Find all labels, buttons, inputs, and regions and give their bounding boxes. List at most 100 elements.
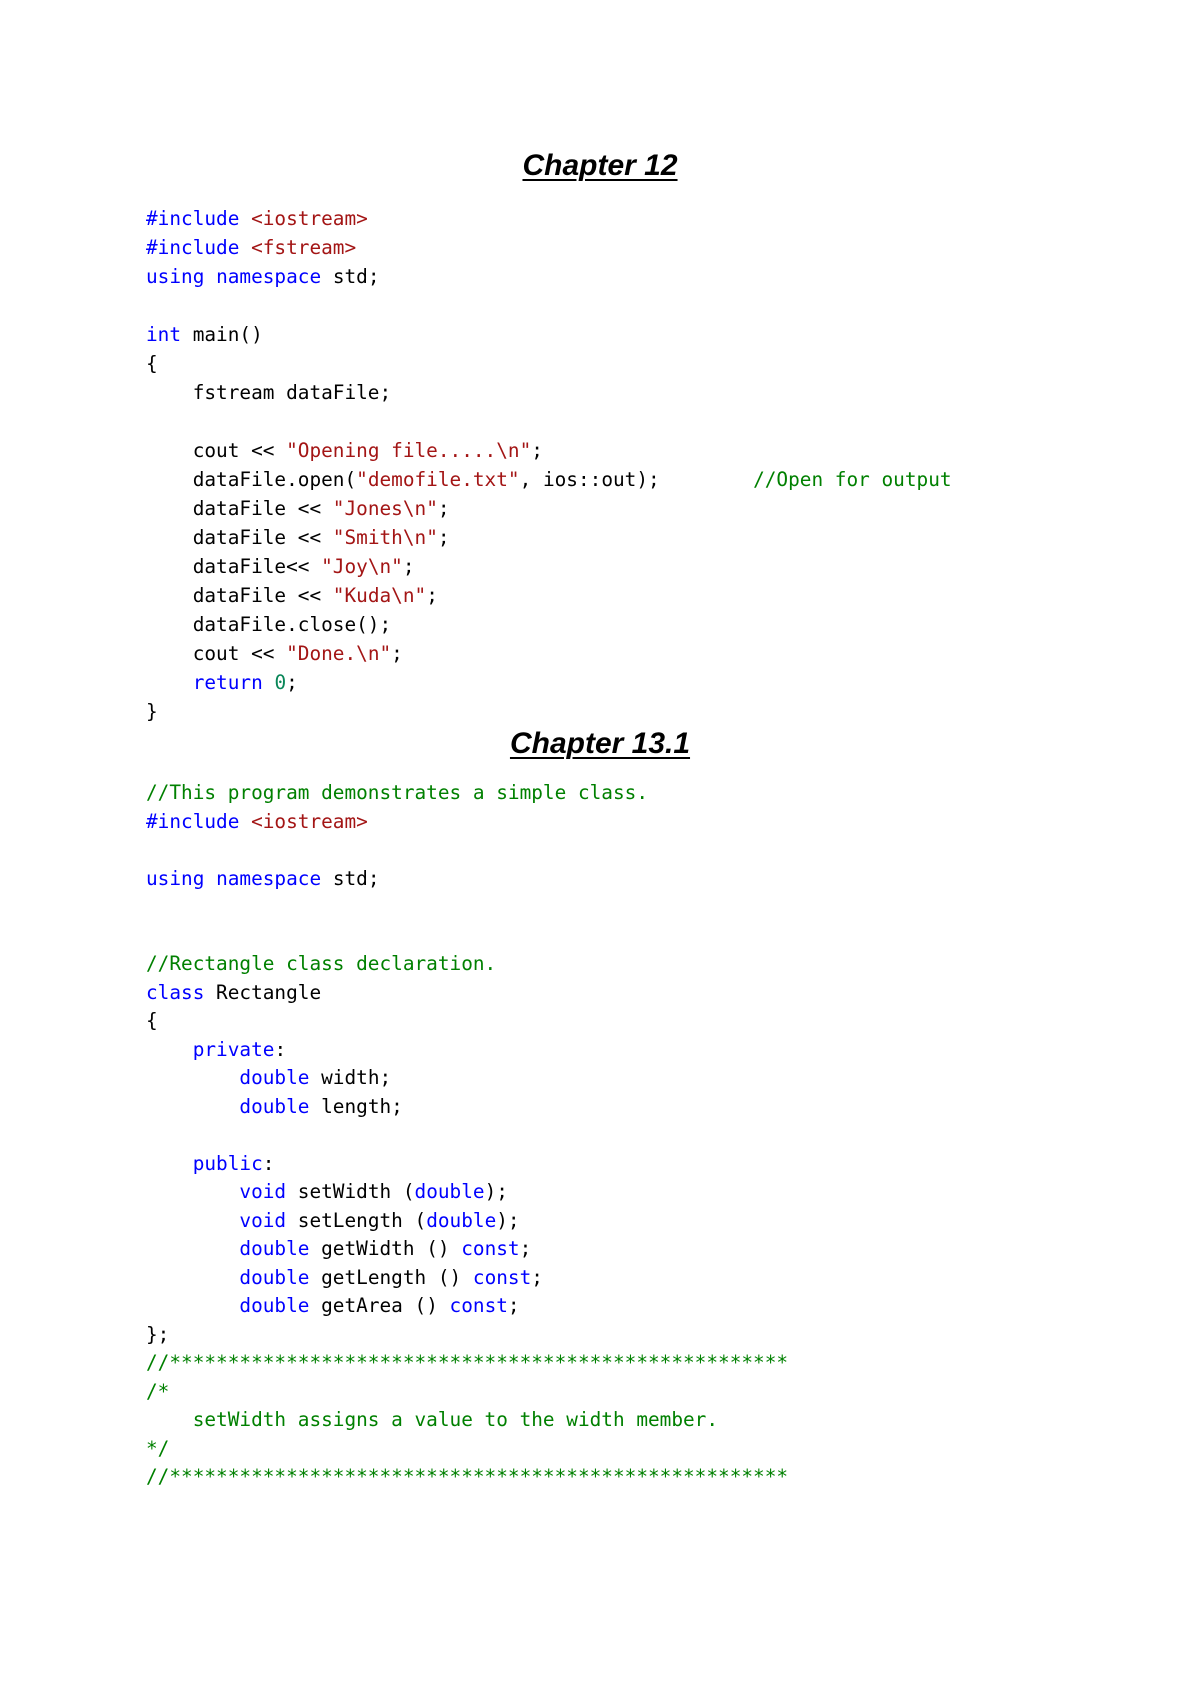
comment: //Rectangle class declaration. (146, 952, 497, 975)
code-line: /* (146, 1378, 788, 1407)
code-text: Rectangle (204, 980, 322, 1004)
keyword: const (449, 1294, 508, 1317)
keyword: const (461, 1237, 520, 1260)
keyword: using (146, 265, 205, 288)
code-line: #include <iostream> (146, 204, 952, 233)
code-text: ; (507, 1294, 520, 1317)
code-line: double length; (146, 1093, 788, 1122)
code-text: dataFile << (146, 497, 333, 520)
code-text: length; (309, 1094, 403, 1118)
code-line: double getWidth () const; (146, 1235, 788, 1264)
keyword: private (192, 1037, 275, 1061)
keyword: int (146, 323, 182, 346)
keyword: return (192, 671, 263, 694)
code-text: dataFile << (146, 526, 333, 549)
keyword: double (414, 1180, 485, 1203)
code-line: dataFile<< "Joy\n"; (146, 552, 952, 581)
comment: //**************************************… (146, 1351, 789, 1374)
code-text: ; (531, 1265, 543, 1289)
code-line: cout << "Done.\n"; (146, 639, 952, 668)
code-line: dataFile << "Smith\n"; (146, 523, 952, 552)
code-line: public: (146, 1150, 788, 1179)
code-line: void setWidth (double); (146, 1178, 788, 1207)
code-text: dataFile<< (146, 555, 322, 578)
keyword: public (192, 1151, 263, 1175)
keyword: void (239, 1180, 287, 1203)
code-line: return 0; (146, 668, 952, 697)
code-text: : (274, 1037, 287, 1061)
code-text: , ios::out); (519, 468, 754, 491)
code-text: cout << (146, 642, 287, 665)
keyword: double (426, 1208, 497, 1232)
code-text: getArea () (309, 1294, 450, 1317)
keyword: double (239, 1066, 310, 1089)
code-line: using namespace std; (146, 865, 788, 894)
string-literal: "Joy\n" (321, 555, 403, 578)
code-line: dataFile << "Kuda\n"; (146, 581, 952, 610)
code-line: setWidth assigns a value to the width me… (146, 1406, 788, 1435)
code-line: //Rectangle class declaration. (146, 950, 788, 979)
comment: //Open for output (753, 468, 952, 491)
code-text: ; (391, 642, 403, 665)
code-text: getLength () (309, 1265, 473, 1289)
chapter-12-heading: Chapter 12 (522, 149, 678, 182)
code-line: //**************************************… (146, 1463, 788, 1492)
code-line: double getLength () const; (146, 1264, 788, 1293)
code-text: getWidth () (309, 1237, 462, 1260)
code-text: : (262, 1151, 275, 1175)
keyword: void (239, 1208, 287, 1232)
code-text: ; (437, 526, 450, 549)
code-line: }; (146, 1321, 788, 1350)
keyword: const (472, 1265, 532, 1289)
code-line: { (146, 1007, 788, 1036)
string-literal: "demofile.txt" (356, 468, 520, 491)
code-line: #include <iostream> (146, 808, 788, 837)
preprocessor-directive: #include (146, 236, 252, 259)
code-text: { (146, 352, 158, 375)
keyword: using (146, 866, 205, 890)
code-line: //This program demonstrates a simple cla… (146, 779, 788, 808)
code-text: ); (484, 1180, 508, 1203)
code-text: cout << (146, 439, 287, 462)
code-text: std; (321, 265, 380, 288)
code-line: fstream dataFile; (146, 378, 952, 407)
code-line: */ (146, 1435, 788, 1464)
code-text: ; (286, 671, 298, 694)
code-text: width; (309, 1066, 392, 1089)
code-line: } (146, 697, 952, 726)
code-line: { (146, 349, 952, 378)
number-literal: 0 (274, 671, 287, 694)
code-text: ; (531, 439, 543, 462)
comment: */ (146, 1436, 170, 1460)
code-text: } (146, 700, 158, 723)
code-line: dataFile << "Jones\n"; (146, 494, 952, 523)
code-line: using namespace std; (146, 262, 952, 291)
code-line: int main() (146, 320, 952, 349)
code-line: private: (146, 1036, 788, 1065)
string-literal: "Done.\n" (286, 642, 392, 665)
code-line: double getArea () const; (146, 1292, 788, 1321)
keyword: double (239, 1094, 310, 1118)
string-literal: "Smith\n" (332, 526, 438, 549)
code-line: dataFile.open("demofile.txt", ios::out);… (146, 465, 952, 494)
string-literal: <iostream> (251, 809, 368, 833)
chapter-13-1-heading: Chapter 13.1 (509, 727, 691, 760)
code-text: }; (146, 1322, 170, 1346)
keyword: double (239, 1237, 310, 1260)
keyword: namespace (216, 866, 322, 890)
code-text: dataFile.close(); (146, 613, 392, 636)
code-text: dataFile.open( (146, 468, 357, 491)
